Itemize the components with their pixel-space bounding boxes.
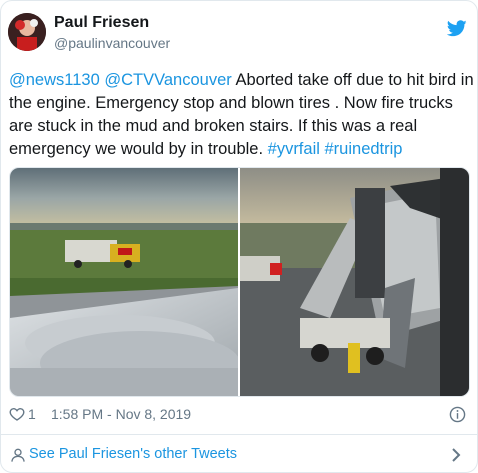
like-count: 1	[28, 406, 36, 422]
mention-link[interactable]: @CTVVancouver	[104, 71, 231, 89]
see-more-tweets-label[interactable]: See Paul Friesen's other Tweets	[29, 446, 237, 462]
tweet-card: Paul Friesen @paulinvancouver @news1130 …	[0, 0, 478, 473]
hashtag-link[interactable]: #yvrfail	[268, 140, 320, 158]
tweet-meta: 1 1:58 PM - Nov 8, 2019	[7, 405, 473, 425]
photo-fire-truck[interactable]	[10, 168, 238, 396]
profile-icon	[11, 448, 25, 462]
photo-broken-stairs[interactable]	[240, 168, 469, 396]
media-grid	[9, 167, 470, 397]
mention-link[interactable]: @news1130	[9, 71, 100, 89]
avatar[interactable]	[8, 13, 46, 51]
heart-icon[interactable]	[9, 406, 25, 422]
divider	[1, 434, 477, 435]
see-more-tweets-link[interactable]: See Paul Friesen's other Tweets	[1, 437, 477, 472]
chevron-right-icon[interactable]	[451, 447, 461, 463]
user-name[interactable]: Paul Friesen	[54, 14, 149, 32]
hashtag-link[interactable]: #ruinedtrip	[325, 140, 403, 158]
tweet-text: @news1130 @CTVVancouver Aborted take off…	[9, 69, 474, 161]
user-handle[interactable]: @paulinvancouver	[54, 35, 170, 51]
info-icon[interactable]	[449, 406, 466, 423]
timestamp[interactable]: 1:58 PM - Nov 8, 2019	[51, 406, 191, 422]
twitter-bird-icon[interactable]	[447, 20, 467, 37]
